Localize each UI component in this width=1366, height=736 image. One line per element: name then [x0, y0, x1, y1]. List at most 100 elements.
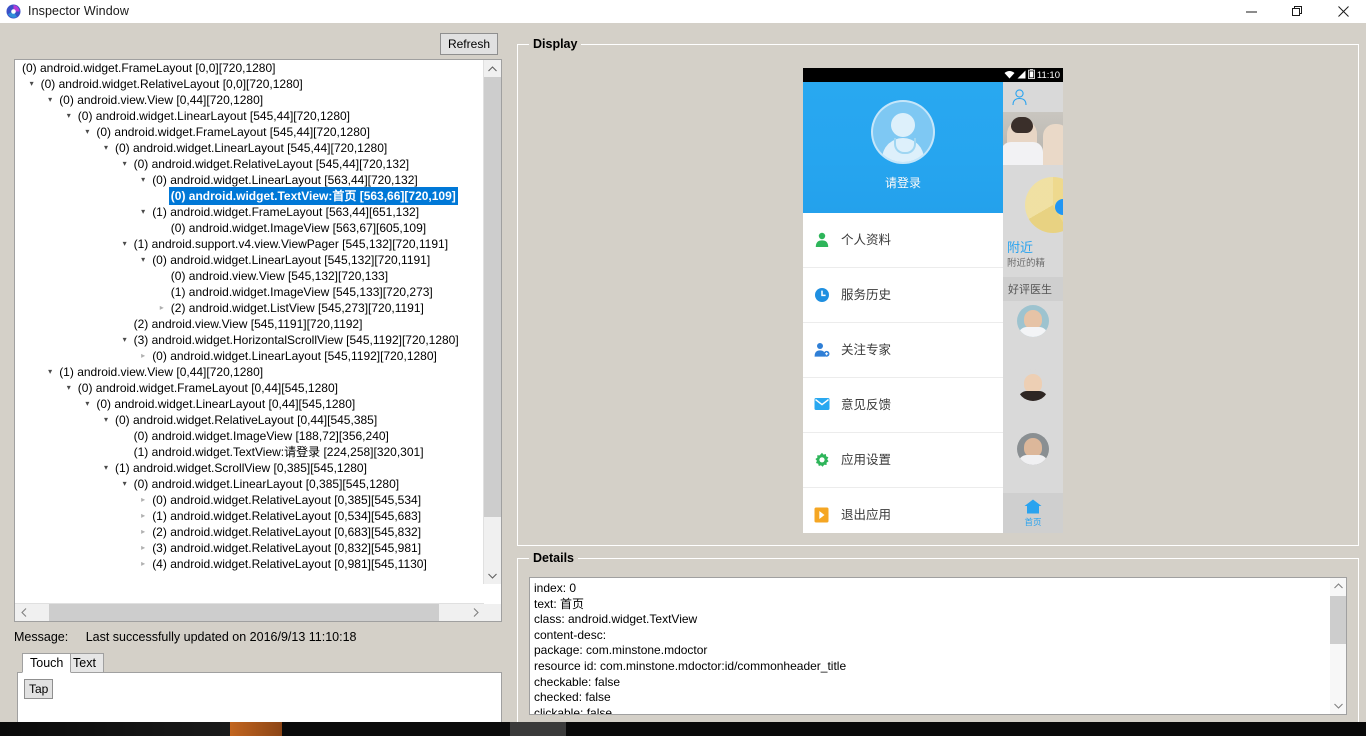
tree-node[interactable]: ▾ (0) android.widget.FrameLayout [545,44]…: [15, 124, 484, 140]
detail-line: clickable: false: [534, 705, 613, 715]
tree-node[interactable]: ▾ (1) android.widget.FrameLayout [563,44]…: [15, 204, 484, 220]
tree-node-label: (0) android.widget.ImageView [563,67][60…: [170, 221, 427, 235]
chevron-right-icon[interactable]: ▸: [137, 492, 149, 508]
underlay-home-screen[interactable]: 附近 附近的精 好评医生 首页: [1003, 82, 1063, 533]
scroll-thumb[interactable]: [484, 77, 501, 517]
drawer-item-2[interactable]: 服务历史: [803, 268, 1003, 323]
os-taskbar[interactable]: [0, 722, 1366, 736]
tree-node-label: (0) android.view.View [545,132][720,133]: [170, 269, 389, 283]
tree-node-label: (0) android.widget.LinearLayout [545,44]…: [115, 141, 388, 155]
chevron-right-icon[interactable]: ▸: [137, 348, 149, 364]
tree-horizontal-scrollbar[interactable]: [15, 603, 484, 621]
chevron-down-icon[interactable]: ▾: [26, 76, 38, 92]
chevron-right-icon[interactable]: ▸: [156, 300, 168, 316]
doctor-avatar-icon[interactable]: [871, 100, 935, 164]
tree-node[interactable]: ▾ (0) android.widget.RelativeLayout [0,0]…: [15, 76, 484, 92]
drawer-item-4[interactable]: 意见反馈: [803, 378, 1003, 433]
taskbar-active-app[interactable]: [230, 722, 282, 736]
scroll-left-icon[interactable]: [15, 604, 32, 621]
tree-node[interactable]: ▾ (0) android.widget.LinearLayout [0,44][…: [15, 396, 484, 412]
view-hierarchy-tree[interactable]: (0) android.widget.FrameLayout [0,0][720…: [15, 60, 484, 584]
tree-node[interactable]: ▸ (1) android.widget.RelativeLayout [0,53…: [15, 508, 484, 524]
tree-node-label: (3) android.widget.HorizontalScrollView …: [133, 333, 459, 347]
tree-node[interactable]: ▾ (0) android.widget.RelativeLayout [545,…: [15, 156, 484, 172]
drawer-item-5[interactable]: 应用设置: [803, 433, 1003, 488]
close-button[interactable]: [1320, 0, 1366, 23]
chevron-down-icon[interactable]: ▾: [44, 364, 56, 380]
tree-node[interactable]: ▾ (1) android.view.View [0,44][720,1280]: [15, 364, 484, 380]
chevron-right-icon[interactable]: ▸: [137, 508, 149, 524]
chevron-right-icon[interactable]: ▸: [137, 556, 149, 572]
chevron-down-icon[interactable]: ▾: [44, 92, 56, 108]
chevron-down-icon[interactable]: ▾: [81, 396, 93, 412]
tree-node[interactable]: ▾ (0) android.view.View [0,44][720,1280]: [15, 92, 484, 108]
drawer-item-6[interactable]: 退出应用: [803, 488, 1003, 533]
tree-node[interactable]: ▾ (0) android.widget.LinearLayout [563,44…: [15, 172, 484, 188]
chevron-down-icon[interactable]: ▾: [63, 108, 75, 124]
details-scrollbar[interactable]: [1330, 578, 1346, 714]
scroll-down-icon[interactable]: [1330, 698, 1346, 714]
taskbar-segment: [510, 722, 566, 736]
tree-node[interactable]: ▸ (0) android.widget.RelativeLayout [0,38…: [15, 492, 484, 508]
tree-node[interactable]: (2) android.view.View [545,1191][720,119…: [15, 316, 484, 332]
details-textbox[interactable]: index: 0 text: 首页 class: android.widget.Te…: [529, 577, 1347, 715]
tree-node[interactable]: ▸ (4) android.widget.RelativeLayout [0,98…: [15, 556, 484, 572]
chevron-right-icon[interactable]: ▸: [137, 524, 149, 540]
chevron-down-icon[interactable]: ▾: [119, 156, 131, 172]
doctor-avatar-2[interactable]: [1017, 369, 1049, 401]
tree-node[interactable]: ▾ (0) android.widget.LinearLayout [545,44…: [15, 140, 484, 156]
chevron-down-icon[interactable]: ▾: [137, 172, 149, 188]
tree-node[interactable]: (0) android.widget.TextView:首页 [563,66][…: [15, 187, 484, 205]
tree-node[interactable]: ▾ (0) android.widget.LinearLayout [545,13…: [15, 252, 484, 268]
tab-touch[interactable]: Touch: [22, 653, 72, 673]
doctor-avatar-1[interactable]: [1017, 305, 1049, 337]
chevron-down-icon[interactable]: ▾: [63, 380, 75, 396]
maximize-button[interactable]: [1274, 0, 1320, 23]
tree-node[interactable]: ▸ (0) android.widget.LinearLayout [545,11…: [15, 348, 484, 364]
tree-node[interactable]: ▾ (0) android.widget.FrameLayout [0,44][5…: [15, 380, 484, 396]
chevron-right-icon[interactable]: ▸: [137, 540, 149, 556]
tree-node[interactable]: ▾ (1) android.widget.ScrollView [0,385][5…: [15, 460, 484, 476]
tree-node[interactable]: ▾ (3) android.widget.HorizontalScrollView…: [15, 332, 484, 348]
chevron-down-icon[interactable]: ▾: [100, 140, 112, 156]
tree-node[interactable]: (1) android.widget.TextView:请登录 [224,258…: [15, 444, 484, 460]
drawer-header[interactable]: 请登录: [803, 82, 1003, 213]
chevron-down-icon[interactable]: ▾: [119, 332, 131, 348]
tree-node[interactable]: (0) android.view.View [545,132][720,133]: [15, 268, 484, 284]
tree-node[interactable]: (0) android.widget.ImageView [188,72][35…: [15, 428, 484, 444]
refresh-button[interactable]: Refresh: [439, 33, 498, 55]
chevron-down-icon[interactable]: ▾: [100, 412, 112, 428]
chevron-down-icon[interactable]: ▾: [137, 252, 149, 268]
minimize-button[interactable]: [1228, 0, 1274, 23]
tree-node[interactable]: ▸ (3) android.widget.RelativeLayout [0,83…: [15, 540, 484, 556]
tree-node[interactable]: (0) android.widget.FrameLayout [0,0][720…: [15, 60, 484, 76]
tap-button[interactable]: Tap: [24, 679, 54, 699]
tree-node[interactable]: ▾ (1) android.support.v4.view.ViewPager […: [15, 236, 484, 252]
drawer-item-1[interactable]: 个人资料: [803, 213, 1003, 268]
scroll-right-icon[interactable]: [467, 604, 484, 621]
tree-node[interactable]: (0) android.widget.ImageView [563,67][60…: [15, 220, 484, 236]
tree-node[interactable]: ▸ (2) android.widget.RelativeLayout [0,68…: [15, 524, 484, 540]
chevron-down-icon[interactable]: ▾: [137, 204, 149, 220]
scroll-down-icon[interactable]: [484, 567, 501, 584]
banner-image[interactable]: [1003, 112, 1063, 165]
tree-node[interactable]: ▾ (0) android.widget.LinearLayout [545,44…: [15, 108, 484, 124]
doctor-avatar-3[interactable]: [1017, 433, 1049, 465]
scroll-up-icon[interactable]: [1330, 578, 1346, 594]
tree-node[interactable]: ▸ (2) android.widget.ListView [545,273][7…: [15, 300, 484, 316]
scroll-thumb[interactable]: [1330, 596, 1346, 644]
tree-node[interactable]: ▾ (0) android.widget.RelativeLayout [0,44…: [15, 412, 484, 428]
tree-node[interactable]: ▾ (0) android.widget.LinearLayout [0,385]…: [15, 476, 484, 492]
chevron-down-icon[interactable]: ▾: [119, 476, 131, 492]
chevron-down-icon[interactable]: ▾: [81, 124, 93, 140]
device-screenshot[interactable]: 11:10 附近 附近的精 好评医生 首页 请登录 个人资料 服务历史 关注专家…: [803, 68, 1063, 533]
drawer-item-3[interactable]: 关注专家: [803, 323, 1003, 378]
login-prompt[interactable]: 请登录: [803, 174, 1003, 191]
home-tab[interactable]: 首页: [1003, 493, 1063, 533]
chevron-down-icon[interactable]: ▾: [100, 460, 112, 476]
scroll-up-icon[interactable]: [484, 60, 501, 77]
tree-node[interactable]: (1) android.widget.ImageView [545,133][7…: [15, 284, 484, 300]
tree-vertical-scrollbar[interactable]: [483, 60, 501, 584]
hscroll-thumb[interactable]: [49, 604, 439, 621]
chevron-down-icon[interactable]: ▾: [119, 236, 131, 252]
